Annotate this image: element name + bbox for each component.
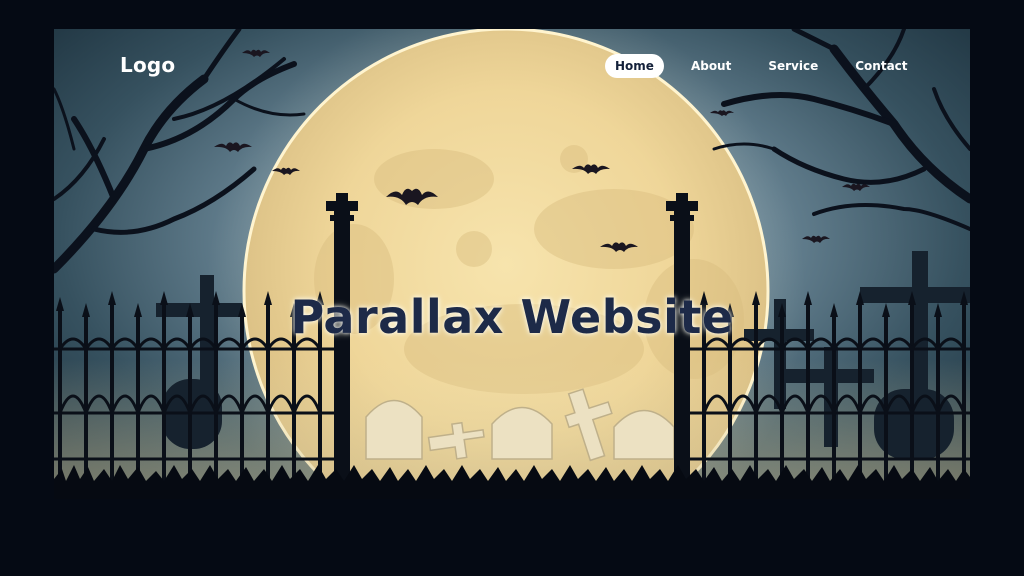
hero-section: Parallax Website Logo Home About Service…: [54, 29, 970, 499]
hero-title: Parallax Website: [290, 289, 734, 344]
nav-about-link[interactable]: About: [681, 54, 741, 78]
site-header: Logo Home About Service Contact: [54, 29, 970, 105]
nav-home-link[interactable]: Home: [605, 54, 664, 78]
logo[interactable]: Logo: [120, 53, 175, 77]
main-nav: Home About Service Contact: [605, 54, 935, 78]
nav-service-link[interactable]: Service: [758, 54, 828, 78]
nav-contact-link[interactable]: Contact: [845, 54, 917, 78]
